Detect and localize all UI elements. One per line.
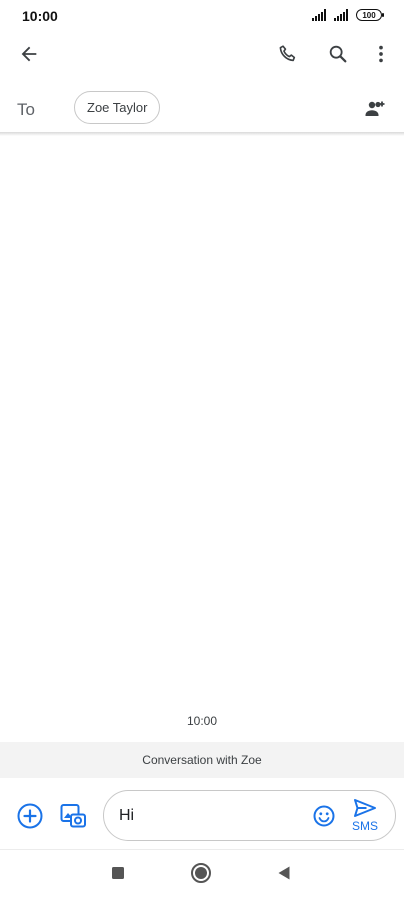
gallery-camera-icon bbox=[60, 804, 86, 828]
attach-button[interactable] bbox=[16, 802, 44, 830]
compose-row: Hi SMS bbox=[0, 788, 404, 844]
status-time: 10:00 bbox=[22, 8, 58, 24]
send-icon bbox=[354, 799, 376, 817]
call-button[interactable] bbox=[276, 42, 300, 66]
nav-divider bbox=[0, 849, 404, 850]
more-vert-icon bbox=[379, 45, 383, 63]
status-icons: 100 bbox=[312, 9, 384, 21]
send-button[interactable]: SMS bbox=[349, 798, 381, 836]
emoji-button[interactable] bbox=[312, 804, 336, 828]
recents-icon bbox=[112, 867, 124, 879]
back-triangle-icon bbox=[278, 866, 290, 880]
add-person-icon bbox=[365, 101, 385, 116]
message-input[interactable]: Hi SMS bbox=[103, 790, 396, 841]
phone-icon bbox=[279, 45, 296, 62]
more-options-button[interactable] bbox=[369, 42, 393, 66]
recipient-row: To Zoe Taylor bbox=[0, 84, 404, 132]
home-icon bbox=[191, 863, 211, 883]
status-bar: 10:00 100 bbox=[0, 0, 404, 32]
send-label: SMS bbox=[351, 819, 378, 833]
header-divider bbox=[0, 132, 404, 136]
gallery-button[interactable] bbox=[59, 802, 87, 830]
recents-button[interactable] bbox=[107, 862, 129, 884]
emoji-icon bbox=[313, 805, 335, 827]
search-button[interactable] bbox=[326, 42, 350, 66]
add-circle-icon bbox=[17, 803, 43, 829]
message-timestamp: 10:00 bbox=[186, 714, 218, 728]
search-icon bbox=[329, 45, 347, 63]
battery-level: 100 bbox=[362, 10, 376, 20]
conversation-banner: Conversation with Zoe bbox=[0, 742, 404, 778]
recipient-chip[interactable]: Zoe Taylor bbox=[74, 91, 161, 124]
app-bar bbox=[0, 32, 404, 76]
system-nav-bar bbox=[0, 852, 404, 897]
to-label: To bbox=[17, 100, 35, 119]
signal-icon bbox=[312, 9, 326, 21]
recipient-chip-label: Zoe Taylor bbox=[87, 100, 148, 115]
arrow-back-icon bbox=[21, 46, 37, 62]
back-button[interactable] bbox=[17, 42, 41, 66]
back-nav-button[interactable] bbox=[273, 862, 295, 884]
add-recipient-button[interactable] bbox=[363, 97, 387, 121]
signal-icon-2 bbox=[334, 9, 348, 21]
home-button[interactable] bbox=[190, 862, 212, 884]
battery-icon: 100 bbox=[356, 9, 384, 21]
conversation-banner-text: Conversation with Zoe bbox=[142, 753, 262, 767]
message-input-text: Hi bbox=[119, 807, 135, 824]
